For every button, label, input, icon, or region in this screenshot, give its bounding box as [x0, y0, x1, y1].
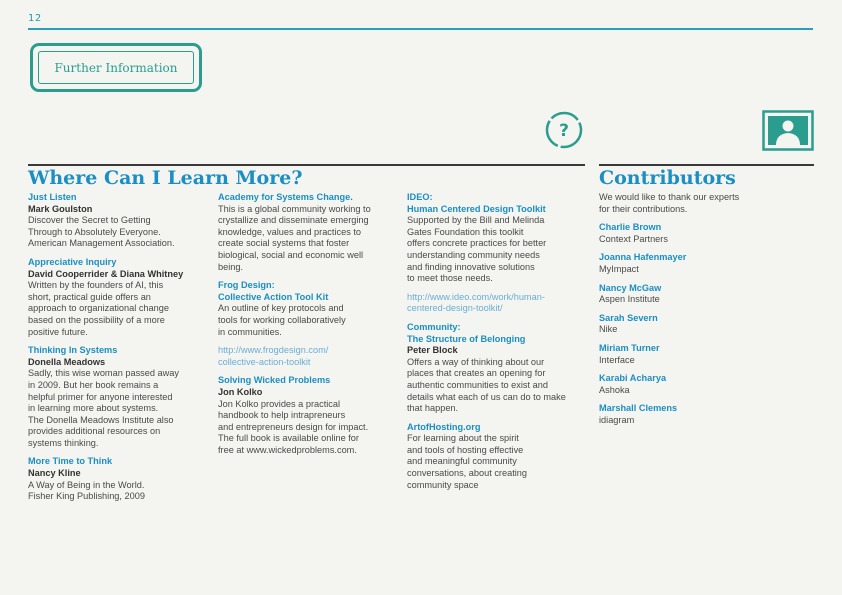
- contributor-name: Miriam Turner: [599, 342, 660, 353]
- resource-description: Discover the Secret to Getting Through t…: [28, 215, 175, 249]
- contributor-name: Marshall Clemens: [599, 403, 678, 414]
- resource-description: This is a global community working to cr…: [218, 203, 371, 272]
- contributors-heading-rule: [599, 164, 814, 166]
- resource-title: Appreciative Inquiry: [28, 256, 117, 267]
- contributor-org: Context Partners: [599, 233, 668, 244]
- resource-author: Donella Meadows: [28, 356, 106, 367]
- resource-description: Supported by the Bill and Melinda Gates …: [407, 215, 547, 284]
- resource-title: ArtofHosting.org: [407, 421, 481, 432]
- resource-author: David Cooperrider & Diana Whitney: [28, 268, 184, 279]
- person-icon: [762, 110, 814, 151]
- resource-description: Offers a way of thinking about our place…: [407, 356, 566, 414]
- resource-title: Solving Wicked Problems: [218, 375, 331, 386]
- resource-description: Sadly, this wise woman passed away in 20…: [28, 368, 179, 448]
- resource-author: Nancy Kline: [28, 468, 81, 479]
- resource-description: An outline of key protocols and tools fo…: [218, 303, 346, 337]
- resource-entry: Appreciative Inquiry David Cooperrider &…: [28, 257, 213, 338]
- section-badge: Further Information: [30, 43, 202, 92]
- resource-column-3: IDEO: Human Centered Design Toolkit Supp…: [407, 192, 587, 498]
- contributor-name: Sarah Severn: [599, 312, 658, 323]
- resource-entry: http://www.frogdesign.com/ collective-ac…: [218, 345, 403, 368]
- resource-title: IDEO: Human Centered Design Toolkit: [407, 192, 546, 214]
- resource-entry: http://www.ideo.com/work/human- centered…: [407, 292, 587, 315]
- contributor-item: Sarah Severn Nike: [599, 313, 814, 336]
- resource-title: Frog Design: Collective Action Tool Kit: [218, 280, 329, 302]
- contributor-item: Joanna Hafenmayer MyImpact: [599, 252, 814, 275]
- contributors-heading: Contributors: [599, 167, 736, 189]
- contributor-org: idiagram: [599, 414, 635, 425]
- resource-description: A Way of Being in the World. Fisher King…: [28, 479, 145, 502]
- contributor-item: Charlie Brown Context Partners: [599, 222, 814, 245]
- contributors-intro-text: We would like to thank our experts for t…: [599, 192, 740, 214]
- contributor-item: Miriam Turner Interface: [599, 343, 814, 366]
- resource-title: Community: The Structure of Belonging: [407, 321, 526, 344]
- resource-author: Peter Block: [407, 345, 458, 356]
- resource-title: Academy for Systems Change.: [218, 192, 353, 202]
- page-number: 12: [28, 13, 43, 24]
- resource-author: Mark Goulston: [28, 203, 93, 214]
- resource-entry: ArtofHosting.org For learning about the …: [407, 422, 587, 492]
- resource-entry: Thinking In Systems Donella Meadows Sadl…: [28, 345, 213, 449]
- contributor-org: Nike: [599, 324, 618, 335]
- resource-entry: Community: The Structure of Belonging Pe…: [407, 322, 587, 415]
- resource-author: Jon Kolko: [218, 386, 263, 397]
- resource-title: More Time to Think: [28, 456, 113, 467]
- resource-description: For learning about the spirit and tools …: [407, 433, 528, 490]
- contributor-org: Aspen Institute: [599, 294, 660, 305]
- contributor-name: Charlie Brown: [599, 222, 662, 233]
- contributor-org: MyImpact: [599, 263, 639, 274]
- resource-column-1: Just Listen Mark Goulston Discover the S…: [28, 192, 213, 510]
- contributor-item: Marshall Clemens idiagram: [599, 403, 814, 426]
- resource-title: Thinking In Systems: [28, 345, 118, 356]
- contributors-intro: We would like to thank our experts for t…: [599, 192, 814, 215]
- question-mark-icon: ?: [545, 111, 583, 149]
- contributor-name: Joanna Hafenmayer: [599, 252, 687, 263]
- contributor-item: Karabi Acharya Ashoka: [599, 373, 814, 396]
- resource-entry: IDEO: Human Centered Design Toolkit Supp…: [407, 192, 587, 285]
- svg-text:?: ?: [559, 121, 569, 141]
- section-badge-label: Further Information: [38, 51, 194, 84]
- resource-link[interactable]: http://www.frogdesign.com/ collective-ac…: [218, 345, 403, 368]
- main-heading-rule: [28, 164, 585, 166]
- resource-title: Just Listen: [28, 192, 77, 202]
- resource-description: Jon Kolko provides a practical handbook …: [218, 398, 369, 455]
- contributor-item: Nancy McGaw Aspen Institute: [599, 283, 814, 306]
- top-divider: [28, 28, 813, 30]
- resource-entry: More Time to Think Nancy Kline A Way of …: [28, 456, 213, 502]
- resource-entry: Academy for Systems Change. This is a gl…: [218, 192, 403, 273]
- resource-column-2: Academy for Systems Change. This is a gl…: [218, 192, 403, 463]
- main-heading: Where Can I Learn More?: [28, 167, 303, 189]
- resource-entry: Solving Wicked Problems Jon Kolko Jon Ko…: [218, 375, 403, 456]
- contributor-name: Karabi Acharya: [599, 373, 667, 384]
- resource-entry: Frog Design: Collective Action Tool Kit …: [218, 280, 403, 338]
- resource-description: Written by the founders of AI, this shor…: [28, 280, 169, 337]
- contributor-org: Interface: [599, 354, 635, 365]
- contributors-list: We would like to thank our experts for t…: [599, 192, 814, 434]
- resource-link[interactable]: http://www.ideo.com/work/human- centered…: [407, 292, 587, 315]
- resource-entry: Just Listen Mark Goulston Discover the S…: [28, 192, 213, 250]
- contributor-org: Ashoka: [599, 384, 630, 395]
- contributor-name: Nancy McGaw: [599, 282, 662, 293]
